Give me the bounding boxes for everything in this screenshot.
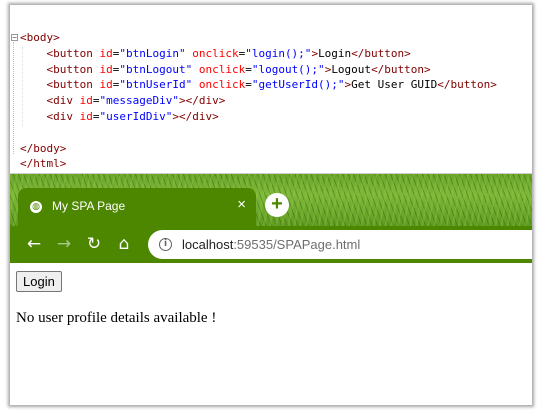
- code-token: "userIdDiv": [99, 109, 173, 123]
- login-button[interactable]: Login: [16, 271, 62, 292]
- new-tab-button[interactable]: +: [265, 193, 289, 217]
- code-line: <div id="messageDiv"></div>: [20, 93, 497, 109]
- code-token: <div: [46, 109, 74, 123]
- code-token: id: [79, 94, 93, 108]
- code-line: <button id="btnLogin" onclick="login();"…: [20, 46, 497, 62]
- site-info-icon[interactable]: i: [159, 238, 172, 251]
- address-bar[interactable]: i localhost:59535/SPAPage.html: [148, 230, 532, 259]
- back-arrow-icon[interactable]: ←: [24, 234, 44, 254]
- tab-my-spa-page[interactable]: ◍ My SPA Page ×: [18, 188, 256, 226]
- code-token: <button: [46, 78, 93, 92]
- tab-title: My SPA Page: [52, 199, 126, 213]
- code-token: <div: [46, 94, 74, 108]
- code-line: <button id="btnUserId" onclick="getUserI…: [20, 77, 497, 93]
- code-line: </html>: [20, 156, 497, 172]
- tab-strip: ◍ My SPA Page × +: [10, 174, 532, 226]
- code-token: "login();": [245, 46, 312, 60]
- code-token: </button>: [351, 46, 411, 60]
- home-icon[interactable]: ⌂: [114, 234, 134, 254]
- close-tab-icon[interactable]: ×: [237, 197, 246, 213]
- code-token: "messageDiv": [99, 94, 179, 108]
- code-editor[interactable]: − <body> <button id="btnLogin" onclick="…: [10, 5, 532, 174]
- code-token: id: [99, 78, 113, 92]
- code-token: id: [99, 62, 113, 76]
- code-token: Get User GUID: [351, 78, 438, 92]
- code-token: <body>: [20, 31, 60, 44]
- browser-window: ◍ My SPA Page × + ← → ↻ ⌂ i localhost:59…: [10, 174, 532, 405]
- url-path: :59535/SPAPage.html: [233, 237, 361, 252]
- code-token: </html>: [20, 157, 67, 171]
- reload-icon[interactable]: ↻: [84, 234, 104, 254]
- code-token: ></div>: [178, 94, 226, 108]
- code-token: Logout: [331, 62, 372, 76]
- code-token: =: [245, 62, 252, 76]
- code-token: Login: [318, 46, 352, 60]
- code-token: id: [79, 109, 93, 123]
- code-token: onclick: [198, 78, 246, 92]
- code-token: =: [245, 78, 252, 92]
- code-token: ></div>: [172, 109, 219, 123]
- code-token: "btnLogout": [119, 62, 193, 76]
- screenshot-frame: − <body> <button id="btnLogin" onclick="…: [10, 5, 532, 405]
- code-token: =: [92, 109, 100, 123]
- code-line: <button id="btnLogout" onclick="logout()…: [20, 62, 497, 78]
- code-line: </body>: [20, 141, 497, 157]
- code-token: </body>: [20, 141, 67, 155]
- code-token: "btnLogin": [119, 46, 186, 60]
- editor-gutter: [10, 5, 18, 173]
- code-line: <body>: [20, 30, 497, 46]
- code-token: onclick: [198, 62, 246, 76]
- globe-icon: ◍: [30, 201, 42, 213]
- code-token: onclick: [192, 46, 239, 60]
- forward-arrow-icon[interactable]: →: [54, 234, 74, 254]
- code-token: </button>: [371, 62, 431, 76]
- code-token: id: [99, 46, 113, 60]
- browser-toolbar: ← → ↻ ⌂ i localhost:59535/SPAPage.html: [10, 226, 532, 263]
- code-line: <div id="userIdDiv"></div>: [20, 109, 497, 125]
- collapse-toggle-icon[interactable]: −: [11, 34, 18, 42]
- code-token: "btnUserId": [119, 78, 193, 92]
- code-token: <button: [46, 46, 93, 60]
- code-token: "logout();": [251, 62, 325, 76]
- fold-guide: [13, 42, 14, 154]
- code-lines: <body> <button id="btnLogin" onclick="lo…: [20, 30, 497, 172]
- code-token: =: [92, 94, 100, 108]
- page-content: Login No user profile details available …: [10, 263, 532, 405]
- code-token: "getUserId();": [251, 78, 345, 92]
- url-host: localhost: [182, 237, 234, 252]
- code-token: <button: [46, 62, 93, 76]
- url-text: localhost:59535/SPAPage.html: [182, 237, 360, 252]
- code-token: </button>: [437, 78, 497, 92]
- message-text: No user profile details available !: [16, 310, 217, 326]
